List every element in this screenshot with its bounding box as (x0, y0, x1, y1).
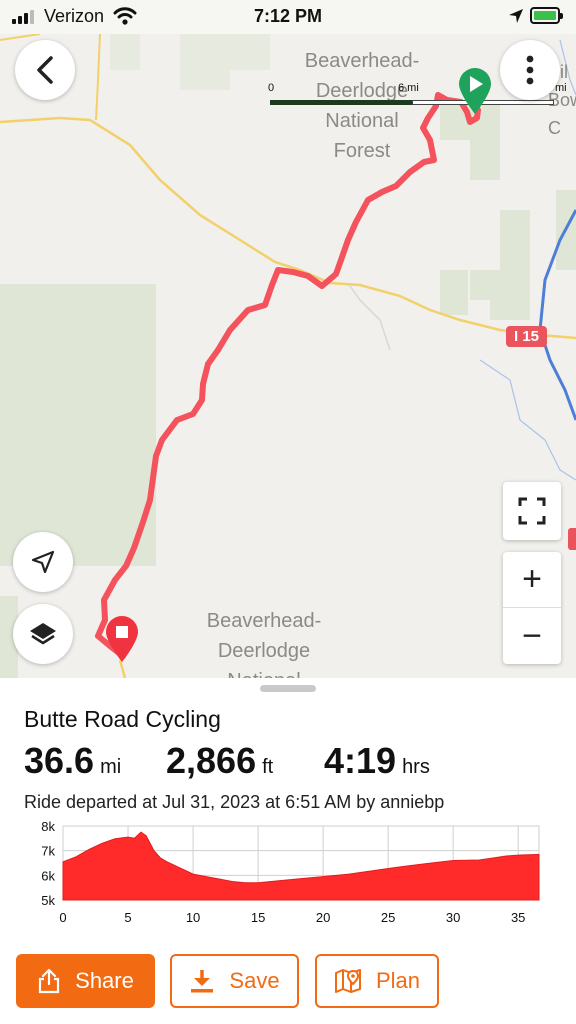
highway-shield-partial (568, 528, 576, 550)
x-tick-label: 5 (124, 910, 131, 925)
x-tick-label: 30 (446, 910, 460, 925)
y-tick-label: 6k (41, 868, 55, 883)
plan-button[interactable]: Plan (315, 954, 439, 1008)
share-label: Share (75, 968, 134, 993)
zoom-in-button[interactable]: + (503, 552, 561, 608)
start-marker-icon[interactable] (457, 66, 493, 116)
scale-label-mid: 6 mi (398, 82, 419, 94)
locate-button[interactable] (13, 532, 73, 592)
stream (479, 359, 576, 481)
forest-area (110, 34, 140, 70)
x-tick-label: 25 (381, 910, 395, 925)
navigation-arrow-icon (31, 550, 55, 574)
distance-stat: 36.6 mi (24, 740, 121, 782)
x-tick-label: 15 (251, 910, 265, 925)
y-tick-label: 7k (41, 844, 55, 859)
status-time: 7:12 PM (253, 6, 323, 26)
map-label-forest-south: Beaverhead- Deerlodge National (206, 610, 322, 678)
elevation-area (62, 831, 540, 901)
layers-icon (30, 623, 56, 645)
more-button[interactable] (500, 40, 560, 100)
scale-label-start: 0 (268, 82, 275, 94)
x-tick-label: 20 (316, 910, 330, 925)
zoom-out-button[interactable]: − (503, 608, 561, 664)
route-map[interactable]: Beaverhead- Deerlodge National Forest Be… (0, 34, 576, 678)
elevation-stat: 2,866 ft (166, 740, 273, 782)
forest-area (440, 270, 468, 315)
scale-label-end: mi (555, 82, 567, 94)
ride-title: Butte Road Cycling (24, 706, 221, 732)
download-icon (189, 968, 215, 994)
y-tick-label: 8k (41, 819, 55, 834)
map-pin-icon (334, 967, 362, 995)
layers-button[interactable] (13, 604, 73, 664)
map-scale-bar (270, 96, 558, 106)
share-button[interactable]: Share (16, 954, 155, 1008)
back-button[interactable] (15, 40, 75, 100)
fullscreen-button[interactable] (503, 482, 561, 540)
road (349, 285, 391, 351)
back-icon (37, 56, 53, 84)
time-stat: 4:19 hrs (324, 740, 430, 782)
x-tick-label: 35 (511, 910, 525, 925)
zoom-control: + − (503, 552, 561, 664)
ride-subtitle: Ride departed at Jul 31, 2023 at 6:51 AM… (24, 792, 445, 812)
x-tick-label: 10 (186, 910, 200, 925)
battery-charging-icon (530, 7, 563, 24)
status-bar: Verizon 7:12 PM (0, 0, 576, 34)
share-icon (37, 968, 61, 994)
location-arrow-icon (509, 9, 523, 23)
x-tick-label: 0 (59, 910, 66, 925)
highway-shield: I 15 (506, 326, 548, 347)
more-vertical-icon (526, 55, 534, 85)
y-tick-label: 5k (41, 893, 55, 908)
save-button[interactable]: Save (170, 954, 299, 1008)
time-value: 4:19 (324, 740, 397, 781)
elevation-value: 2,866 (166, 740, 257, 781)
forest-area (470, 210, 530, 320)
distance-unit: mi (100, 756, 122, 778)
time-unit: hrs (402, 756, 430, 778)
elevation-unit: ft (262, 756, 274, 778)
forest-area (180, 34, 270, 90)
elevation-profile-chart[interactable]: 5k 6k 7k 8k 0 5 10 15 20 25 30 35 (18, 818, 548, 938)
save-label: Save (229, 968, 280, 993)
distance-value: 36.6 (24, 740, 95, 781)
ride-details-sheet: Butte Road Cycling 36.6 mi 2,866 ft 4:19 hr… (0, 678, 576, 1024)
end-marker-icon[interactable] (104, 614, 140, 664)
plan-label: Plan (375, 968, 421, 993)
road (0, 34, 41, 41)
map-label-forest-north: Beaverhead- Deerlodge National Forest (304, 50, 420, 162)
forest-area (0, 284, 156, 566)
sheet-handle[interactable] (260, 685, 316, 692)
fullscreen-icon (518, 497, 546, 525)
road (95, 34, 101, 121)
